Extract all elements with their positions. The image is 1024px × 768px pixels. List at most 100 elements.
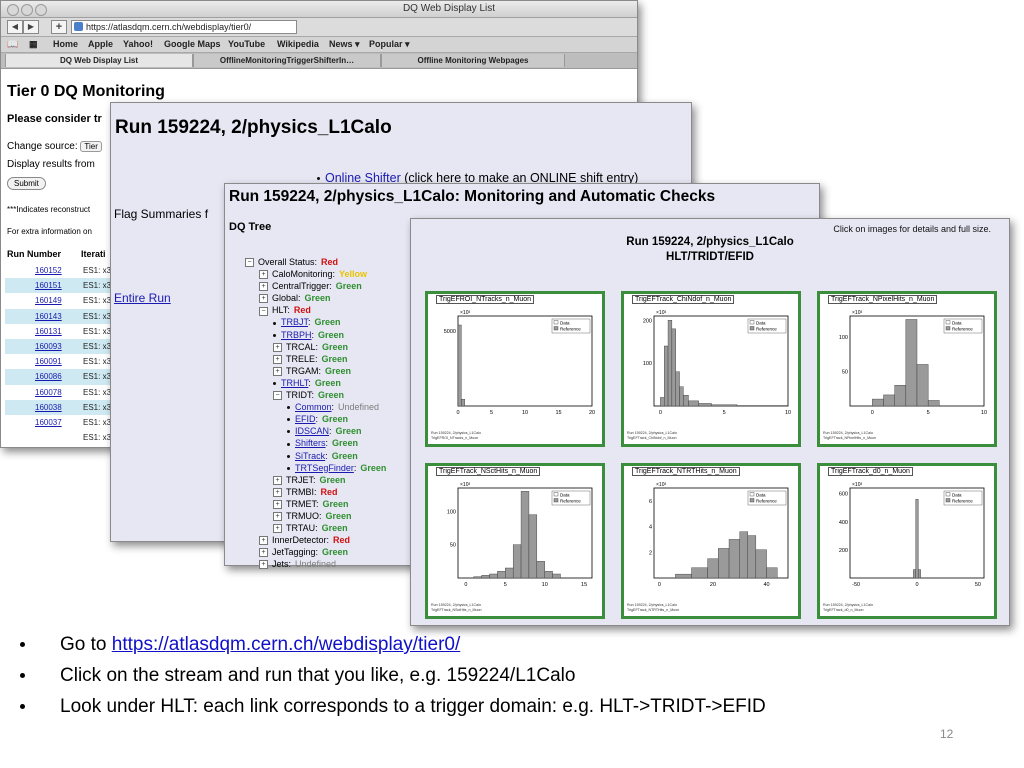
- bookmark-home[interactable]: Home: [53, 39, 78, 49]
- status-value: Green: [325, 510, 352, 521]
- run-number-link[interactable]: 160131: [35, 324, 62, 339]
- forward-arrow-icon[interactable]: ▶: [23, 20, 39, 34]
- iteration-cell[interactable]: ES1: x3: [83, 278, 111, 293]
- expand-icon[interactable]: +: [273, 366, 282, 376]
- add-bookmark-icon[interactable]: +: [51, 20, 67, 34]
- tier0-url-link[interactable]: https://atlasdqm.cern.ch/webdisplay/tier…: [112, 634, 461, 655]
- book-icon[interactable]: 📖: [7, 39, 18, 50]
- bookmarks-bar: 📖 ▦ Home Apple Yahoo! Google Maps YouTub…: [1, 37, 637, 53]
- bookmark-popular[interactable]: Popular ▾: [369, 39, 410, 50]
- expand-icon[interactable]: +: [273, 524, 282, 534]
- legend-swatch: [945, 320, 951, 325]
- plot-footer-run: Run 159224, 2/physics_L1Calo: [823, 431, 873, 435]
- legend-label: Reference: [560, 327, 581, 332]
- tree-node-link[interactable]: IDSCAN: [295, 426, 329, 436]
- tree-node-label: TRIDT:: [286, 390, 314, 401]
- collapse-icon[interactable]: −: [259, 306, 268, 316]
- expand-icon[interactable]: +: [273, 500, 282, 509]
- tree-node-label: JetTagging:: [272, 547, 319, 558]
- tree-node-link[interactable]: Common: [295, 402, 332, 412]
- iteration-cell[interactable]: ES1: x3: [83, 369, 111, 384]
- expand-icon[interactable]: +: [273, 475, 282, 485]
- histogram-plot[interactable]: 0 5 10 15 20 5000 ×10³ Data Reference Run 159224,…: [425, 291, 605, 447]
- iteration-cell[interactable]: ES1: x3: [83, 430, 111, 445]
- run-number-link[interactable]: 160152: [35, 263, 62, 278]
- bookmark-news[interactable]: News ▾: [329, 39, 360, 50]
- expand-icon[interactable]: +: [259, 294, 268, 304]
- grid-icon[interactable]: ▦: [29, 39, 38, 50]
- tree-node-link[interactable]: SiTrack: [295, 451, 325, 461]
- run-number-link[interactable]: 160086: [35, 369, 62, 384]
- run-number-link[interactable]: 160091: [35, 354, 62, 369]
- url-field[interactable]: https://atlasdqm.cern.ch/webdisplay/tier…: [71, 20, 297, 34]
- histogram-bin: [755, 549, 767, 579]
- expand-icon[interactable]: +: [259, 560, 268, 570]
- histogram-plot[interactable]: 0 5 10 50 100 ×10³ Data Reference Run 159224, 2/…: [817, 291, 997, 447]
- bookmark-yahoo[interactable]: Yahoo!: [123, 39, 153, 49]
- iteration-cell[interactable]: ES1: x3: [83, 309, 111, 324]
- favicon-icon: [74, 22, 83, 31]
- tab-dq-web-display-list[interactable]: DQ Web Display List: [5, 54, 193, 67]
- back-arrow-icon[interactable]: ◀: [7, 20, 23, 34]
- expand-icon[interactable]: +: [273, 354, 282, 364]
- run-row: 160086 ES1: x3: [5, 369, 115, 385]
- iteration-cell[interactable]: ES1: x3: [83, 354, 111, 369]
- histogram-plot[interactable]: 0 20 40 2 4 6 ×10³ Data Reference Run 159224, 2/p…: [621, 463, 801, 619]
- iteration-cell[interactable]: ES1: x3: [83, 293, 111, 308]
- tree-node-label: InnerDetector:: [272, 535, 330, 546]
- expand-icon[interactable]: +: [273, 512, 282, 522]
- x-tick-label: 20: [589, 410, 595, 416]
- tree-node-link[interactable]: TRBJT: [281, 317, 308, 327]
- run-number-link[interactable]: 160149: [35, 293, 62, 308]
- histogram-title: TrigEFROI_NTracks_n_Muon: [436, 295, 535, 304]
- tree-node-link[interactable]: Shifters: [295, 438, 326, 448]
- x-tick-label: 0: [464, 582, 467, 588]
- histogram-plot[interactable]: 0 5 10 100 200 ×10³ Data Reference Run 159224, 2…: [621, 291, 801, 447]
- tree-node-link[interactable]: TRBPH: [281, 330, 312, 340]
- histogram-plot[interactable]: 0 5 10 15 50 100 ×10³ Data Reference Run 159224, …: [425, 463, 605, 619]
- expand-icon[interactable]: +: [259, 536, 268, 546]
- entire-run-link[interactable]: Entire Run: [114, 291, 171, 305]
- source-select[interactable]: Tier: [80, 141, 102, 152]
- tree-node-link[interactable]: EFID: [295, 414, 316, 424]
- bookmark-wikipedia[interactable]: Wikipedia: [277, 39, 319, 49]
- submit-button[interactable]: Submit: [7, 177, 46, 190]
- iteration-cell[interactable]: ES1: x3: [83, 415, 111, 430]
- iteration-cell[interactable]: ES1: x3: [83, 263, 111, 278]
- legend-label: Reference: [756, 499, 777, 504]
- run-number-link[interactable]: 160037: [35, 415, 62, 430]
- tree-node: + TRCAL: Green: [245, 341, 386, 353]
- iteration-cell[interactable]: ES1: x3: [83, 400, 111, 415]
- colon: :: [308, 377, 311, 388]
- collapse-icon[interactable]: −: [273, 391, 282, 401]
- tab-offline-monitoring-trigger[interactable]: OfflineMonitoringTriggerShifterIn…: [193, 54, 381, 67]
- status-value: Red: [320, 486, 338, 497]
- bookmark-google-maps[interactable]: Google Maps: [164, 39, 221, 49]
- collapse-icon[interactable]: −: [245, 258, 254, 268]
- tree-node: + TRMBI: Red: [245, 486, 386, 498]
- bookmark-apple[interactable]: Apple: [88, 39, 113, 49]
- tab-offline-monitoring-webpages[interactable]: Offline Monitoring Webpages: [381, 54, 565, 67]
- expand-icon[interactable]: +: [273, 487, 282, 497]
- expand-icon[interactable]: +: [259, 282, 268, 292]
- run-number-link[interactable]: 160143: [35, 309, 62, 324]
- status-value: Green: [322, 498, 349, 509]
- tree-node-link[interactable]: TRTSegFinder: [295, 463, 354, 473]
- run-number-link[interactable]: 160038: [35, 400, 62, 415]
- tree-node-label: TRCAL:: [286, 341, 319, 352]
- run-number-link[interactable]: 160078: [35, 385, 62, 400]
- iteration-cell[interactable]: ES1: x3: [83, 339, 111, 354]
- expand-icon[interactable]: +: [273, 342, 282, 352]
- expand-icon[interactable]: +: [259, 548, 268, 558]
- iteration-cell[interactable]: ES1: x3: [83, 324, 111, 339]
- iteration-cell[interactable]: ES1: x3: [83, 385, 111, 400]
- tree-node-link[interactable]: TRHLT: [281, 378, 308, 388]
- run-number-link[interactable]: 160093: [35, 339, 62, 354]
- run-number-link[interactable]: 160151: [35, 278, 62, 293]
- x-tick-label: 10: [522, 410, 528, 416]
- y-tick-label: 5000: [444, 329, 456, 335]
- bookmark-youtube[interactable]: YouTube: [228, 39, 265, 49]
- run-row: 160151 ES1: x3: [5, 278, 115, 294]
- histogram-plot[interactable]: -50 0 50 200 400 600 ×10³ Data Reference Run 1592…: [817, 463, 997, 619]
- expand-icon[interactable]: +: [259, 270, 268, 280]
